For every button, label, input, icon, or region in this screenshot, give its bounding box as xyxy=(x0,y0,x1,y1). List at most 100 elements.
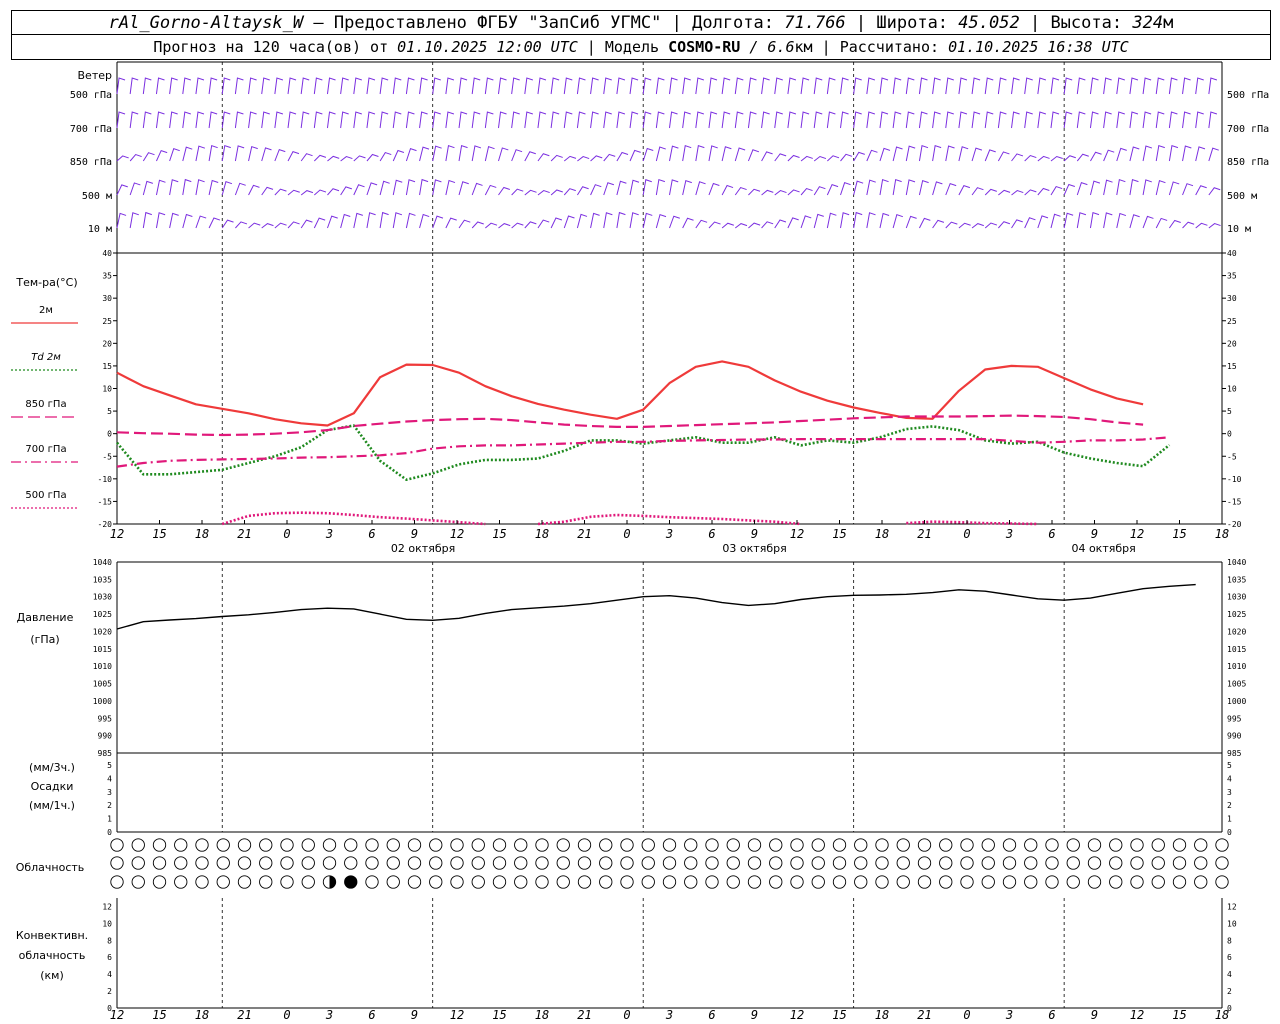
wind-barb xyxy=(642,77,652,95)
wind-barb xyxy=(287,151,300,162)
wind-barb xyxy=(1050,213,1061,229)
wind-barb xyxy=(774,77,783,95)
wind-barb xyxy=(787,189,800,196)
wind-barb xyxy=(945,111,954,129)
wind-barb xyxy=(1103,111,1112,129)
conv-tick-label: 0 xyxy=(107,1004,112,1013)
conv-tick-label: 2 xyxy=(107,987,112,996)
wind-barb xyxy=(813,77,823,95)
temp-tick-label-right: -5 xyxy=(1227,452,1237,461)
wind-barb xyxy=(866,179,876,196)
temp-tick-label: 20 xyxy=(102,339,112,348)
pressure-tick-label-right: 985 xyxy=(1227,749,1242,758)
wind-barb xyxy=(1090,151,1102,162)
wind-barb xyxy=(918,179,929,196)
wind-barb xyxy=(945,182,957,196)
cloud-circle xyxy=(790,875,804,889)
wind-barb xyxy=(340,186,353,196)
wind-barb xyxy=(997,221,1011,229)
wind-barb xyxy=(721,77,731,95)
wind-barb xyxy=(747,149,760,162)
wind-barb xyxy=(984,222,998,229)
wind-barb xyxy=(458,111,468,129)
wind-barb xyxy=(1182,183,1194,196)
cloud-circle xyxy=(726,838,740,852)
wind-barb xyxy=(1076,181,1088,196)
wind-barb xyxy=(511,222,524,229)
wind-barb xyxy=(682,145,692,162)
pressure-tick-label-right: 1040 xyxy=(1227,558,1246,567)
cloud-circle xyxy=(301,856,315,870)
wind-barb xyxy=(1208,147,1219,162)
time-tick-label: 0 xyxy=(283,527,290,541)
wind-barb xyxy=(129,77,139,95)
cloud-circle xyxy=(1215,875,1229,889)
cloud-circle xyxy=(811,856,825,870)
wind-barb xyxy=(708,182,720,196)
wind-barb xyxy=(616,77,626,95)
wind-barb xyxy=(800,155,813,162)
wind-barb xyxy=(366,212,376,229)
cloud-circle xyxy=(1045,856,1059,870)
wind-barb xyxy=(892,111,902,129)
wind-barb xyxy=(366,111,376,129)
pressure-tick-label-right: 1020 xyxy=(1227,627,1246,636)
pressure-tick-label: 1015 xyxy=(93,645,112,654)
wind-barb xyxy=(234,77,244,95)
wind-barb xyxy=(261,77,270,95)
wind-barb xyxy=(590,155,603,162)
wind-barb xyxy=(984,111,994,129)
conv-tick-label-right: 12 xyxy=(1227,902,1237,911)
wind-barb xyxy=(616,151,629,162)
wind-barb xyxy=(208,217,221,229)
wind-barb xyxy=(1195,111,1204,129)
wind-barb xyxy=(695,111,705,129)
time-tick-label-bottom: 21 xyxy=(917,1008,931,1022)
wind-barb xyxy=(1208,111,1218,129)
wind-barb xyxy=(1182,145,1192,162)
wind-barb xyxy=(1089,180,1101,196)
cloud-circle xyxy=(1194,875,1208,889)
wind-barb xyxy=(471,145,482,162)
wind-barb xyxy=(208,111,218,129)
pressure-tick-label-right: 1015 xyxy=(1227,645,1246,654)
pressure-tick-label-right: 1000 xyxy=(1227,697,1246,706)
wind-barb xyxy=(274,222,287,229)
precip-tick-label-right: 5 xyxy=(1227,761,1232,770)
wind-barb xyxy=(840,77,849,95)
wind-barb xyxy=(1037,111,1047,129)
wind-barb xyxy=(761,111,770,129)
wind-barb xyxy=(169,148,180,162)
cloud-circle xyxy=(174,856,188,870)
cloud-circle xyxy=(386,838,400,852)
cloud-circle xyxy=(556,838,570,852)
time-tick-label: 15 xyxy=(1172,527,1186,541)
precip-tick-label-right: 2 xyxy=(1227,801,1232,810)
cloud-circle xyxy=(1002,875,1017,889)
wind-barb xyxy=(826,111,836,129)
temp-tick-label: -5 xyxy=(102,452,112,461)
wind-barb xyxy=(1208,187,1221,196)
wind-barb xyxy=(892,77,902,95)
time-tick-label: 15 xyxy=(152,527,166,541)
cloud-circle xyxy=(1172,838,1187,852)
wind-barb xyxy=(945,145,955,162)
precip-tick-label: 1 xyxy=(107,815,112,824)
cloud-circle xyxy=(514,875,528,889)
wind-barb xyxy=(550,154,563,162)
pressure-tick-label: 1030 xyxy=(93,593,112,602)
wind-barb xyxy=(353,155,366,162)
pressure-tick-label-right: 1035 xyxy=(1227,575,1246,584)
wind-barb xyxy=(813,186,826,196)
wind-barb xyxy=(958,222,971,229)
wind-barb xyxy=(879,111,889,129)
wind-barb xyxy=(761,151,773,162)
wind-barb xyxy=(603,182,615,196)
time-tick-label: 9 xyxy=(751,527,758,541)
time-tick-label: 6 xyxy=(708,527,715,541)
wind-barb xyxy=(327,155,340,162)
wind-barb xyxy=(274,111,284,129)
wind-barb xyxy=(221,144,231,162)
wind-barb xyxy=(326,77,336,95)
pressure-tick-label-right: 995 xyxy=(1227,714,1242,723)
